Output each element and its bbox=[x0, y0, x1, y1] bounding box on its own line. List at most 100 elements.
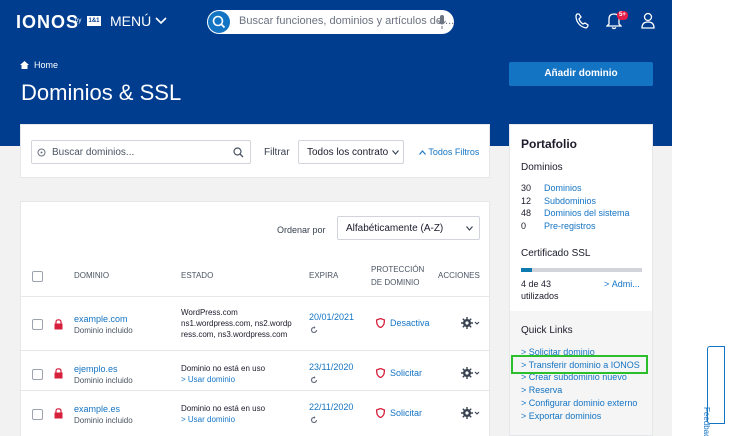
column-header-protection[interactable]: PROTECCIÓN bbox=[371, 264, 424, 276]
quick-link-reservation[interactable]: > Reserva bbox=[521, 385, 562, 395]
breadcrumb-home[interactable]: Home bbox=[34, 60, 58, 70]
breadcrumb[interactable]: Home bbox=[20, 60, 58, 70]
all-filters-toggle[interactable]: Todos Filtros bbox=[419, 147, 479, 157]
global-search-field[interactable]: Buscar funciones, dominios y artículos d… bbox=[207, 10, 454, 34]
portfolio-panel: Portafolio Dominios 30 Dominios 12 Subdo… bbox=[509, 124, 653, 436]
use-domain-link[interactable]: > Usar dominio bbox=[181, 375, 235, 384]
select-all-checkbox[interactable] bbox=[32, 271, 43, 282]
row-checkbox[interactable] bbox=[32, 319, 43, 330]
count-value: 12 bbox=[521, 196, 532, 206]
status-text: Dominio no está en uso bbox=[181, 404, 266, 413]
ssl-used-label: utilizados bbox=[521, 291, 559, 301]
ssl-usage-fill bbox=[521, 268, 533, 272]
sort-label: Ordenar por bbox=[277, 225, 326, 235]
domain-name-link[interactable]: ejemplo.es bbox=[74, 364, 118, 374]
main-menu-button[interactable]: MENÚ bbox=[110, 13, 167, 29]
highlight-box bbox=[511, 355, 648, 374]
count-value: 30 bbox=[521, 183, 532, 193]
domain-status: Dominio no está en uso > Usar dominio bbox=[181, 363, 299, 385]
expiry-date-link[interactable]: 22/11/2020 bbox=[309, 402, 353, 412]
count-link[interactable]: Pre-registros bbox=[544, 221, 596, 231]
feedback-tab[interactable]: Feedback bbox=[702, 346, 725, 436]
domain-sub-label: Dominio incluido bbox=[74, 326, 133, 335]
lock-icon bbox=[54, 319, 63, 330]
portfolio-count-system-domains[interactable]: 48 Dominios del sistema bbox=[521, 208, 630, 218]
status-nameservers-1: ns1.wordpress.com, ns2.wordp bbox=[181, 319, 292, 328]
protection-label: Solicitar bbox=[390, 368, 423, 378]
expiry-date-link[interactable]: 23/11/2020 bbox=[309, 362, 353, 372]
domain-name-link[interactable]: example.es bbox=[74, 404, 120, 414]
add-domain-button[interactable]: Añadir dominio bbox=[509, 62, 653, 86]
use-domain-link[interactable]: > Usar dominio bbox=[181, 415, 235, 424]
user-icon[interactable] bbox=[640, 12, 656, 30]
search-icon[interactable] bbox=[233, 147, 244, 158]
gear-icon[interactable] bbox=[461, 317, 481, 329]
chevron-down-icon bbox=[155, 17, 167, 25]
use-domain-label: Usar dominio bbox=[187, 415, 236, 424]
sort-select-value: Alfabéticamente (A-Z) bbox=[346, 223, 444, 234]
gear-icon[interactable] bbox=[461, 407, 481, 419]
shield-icon bbox=[376, 408, 385, 418]
logo-badge: 1&1 bbox=[87, 16, 101, 26]
column-header-expires[interactable]: EXPIRA bbox=[309, 270, 338, 282]
chevron-down-icon bbox=[466, 226, 473, 231]
domain-sub-label: Dominio incluido bbox=[74, 376, 133, 385]
ssl-manage-label: Admi... bbox=[611, 279, 640, 289]
ssl-used-count: 4 de 43 bbox=[521, 279, 552, 289]
quick-link-external-domain[interactable]: > Configurar dominio externo bbox=[521, 398, 637, 408]
phone-icon[interactable] bbox=[574, 12, 590, 30]
microphone-icon[interactable] bbox=[438, 15, 446, 29]
count-value: 0 bbox=[521, 221, 527, 231]
column-header-status[interactable]: ESTADO bbox=[181, 270, 213, 282]
domain-name-link[interactable]: example.com bbox=[74, 314, 128, 324]
filter-label: Filtrar bbox=[264, 147, 290, 158]
refresh-icon[interactable] bbox=[310, 376, 318, 384]
domain-protection-link[interactable]: Desactiva bbox=[376, 318, 448, 328]
lock-icon bbox=[54, 408, 63, 419]
contract-filter-select[interactable]: Todos los contrato bbox=[298, 140, 404, 164]
feedback-label: Feedback bbox=[702, 407, 711, 436]
refresh-icon[interactable] bbox=[310, 416, 318, 424]
row-checkbox[interactable] bbox=[32, 409, 43, 420]
lock-icon bbox=[54, 368, 63, 379]
quick-link-label: Reserva bbox=[528, 385, 563, 395]
column-header-domain[interactable]: DOMINIO bbox=[74, 270, 109, 282]
domain-protection-link[interactable]: Solicitar bbox=[376, 408, 448, 418]
refresh-icon[interactable] bbox=[310, 326, 318, 334]
portfolio-count-domains[interactable]: 30 Dominios bbox=[521, 183, 582, 193]
chevron-up-icon bbox=[419, 150, 426, 155]
table-row[interactable]: example.com Dominio incluido WordPress.c… bbox=[21, 296, 489, 350]
table-row[interactable]: example.es Dominio incluido Dominio no e… bbox=[21, 390, 489, 436]
domains-table: Ordenar por Alfabéticamente (A-Z) DOMINI… bbox=[20, 201, 490, 436]
domain-sub-label: Dominio incluido bbox=[74, 416, 133, 425]
portfolio-count-subdomains[interactable]: 12 Subdominios bbox=[521, 196, 596, 206]
ssl-manage-link[interactable]: > Admi... bbox=[604, 279, 640, 289]
count-link[interactable]: Dominios bbox=[544, 183, 582, 193]
expiry-date-link[interactable]: 20/01/2021 bbox=[309, 312, 354, 322]
search-button[interactable] bbox=[208, 11, 230, 33]
logo-by-text: by bbox=[75, 18, 82, 24]
page-title: Dominios & SSL bbox=[21, 80, 182, 105]
row-checkbox[interactable] bbox=[32, 369, 43, 380]
contract-filter-value: Todos los contrato bbox=[307, 147, 389, 158]
portfolio-title: Portafolio bbox=[521, 137, 577, 151]
protection-label: Desactiva bbox=[390, 318, 430, 328]
tag-icon bbox=[37, 148, 46, 157]
count-link[interactable]: Dominios del sistema bbox=[544, 208, 630, 218]
sort-select[interactable]: Alfabéticamente (A-Z) bbox=[337, 216, 480, 240]
quick-link-export-domains[interactable]: > Exportar dominios bbox=[521, 411, 601, 421]
use-domain-label: Usar dominio bbox=[187, 375, 236, 384]
global-search-placeholder: Buscar funciones, dominios y artículos d… bbox=[239, 15, 455, 27]
chevron-down-icon bbox=[392, 150, 399, 155]
domain-search-input[interactable]: Buscar dominios... bbox=[31, 140, 251, 164]
notification-badge: 5+ bbox=[617, 11, 628, 20]
ionos-logo[interactable]: IONOS bbox=[16, 12, 79, 33]
portfolio-count-preregistrations[interactable]: 0 Pre-registros bbox=[521, 221, 596, 231]
quick-links-heading: Quick Links bbox=[521, 325, 573, 336]
domain-protection-link[interactable]: Solicitar bbox=[376, 368, 448, 378]
status-text: WordPress.com bbox=[181, 308, 238, 317]
count-link[interactable]: Subdominios bbox=[544, 196, 596, 206]
shield-icon bbox=[376, 368, 385, 378]
shield-icon bbox=[376, 318, 385, 328]
gear-icon[interactable] bbox=[461, 367, 481, 379]
